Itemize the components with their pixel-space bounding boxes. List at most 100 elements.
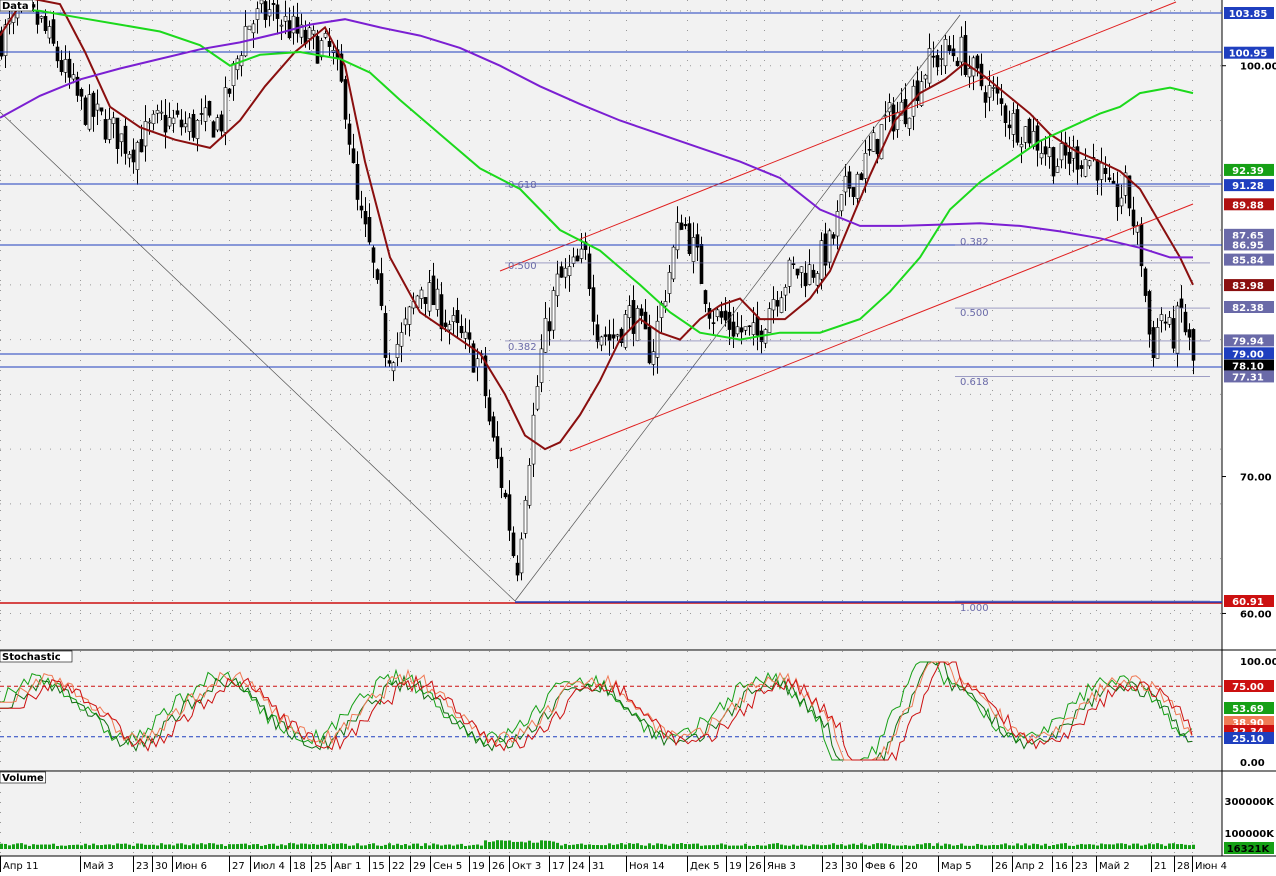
- volume-bar: [64, 845, 67, 849]
- volume-bar: [816, 844, 819, 849]
- candle-body: [207, 100, 212, 116]
- candle-body: [615, 334, 620, 337]
- volume-bar: [272, 843, 275, 849]
- volume-bar: [324, 843, 327, 849]
- volume-bar: [44, 844, 47, 849]
- volume-bar: [1152, 844, 1155, 849]
- time-axis-label: 17: [552, 861, 565, 872]
- time-axis-label: Апр 2: [1015, 861, 1044, 872]
- volume-bar: [40, 844, 43, 849]
- candle-body: [59, 60, 64, 72]
- candle-body: [547, 321, 552, 332]
- time-axis-label: 16: [1055, 861, 1068, 872]
- volume-bar: [1128, 845, 1131, 849]
- time-axis-label: Июл 4: [253, 861, 285, 872]
- candle-body: [947, 45, 952, 51]
- volume-bar: [416, 843, 419, 849]
- candle-body: [275, 4, 280, 19]
- volume-bar: [1064, 843, 1067, 849]
- candle-body: [559, 266, 564, 278]
- volume-bar: [784, 845, 787, 849]
- volume-bar: [28, 845, 31, 849]
- fib-level-label: 1.000: [960, 603, 989, 614]
- volume-bar: [636, 843, 639, 849]
- price-panel-title: Data: [2, 1, 29, 12]
- candle-body: [319, 40, 324, 58]
- volume-bar: [160, 843, 163, 849]
- candle-body: [1051, 147, 1056, 177]
- candle-body: [723, 310, 728, 321]
- candle-body: [907, 117, 912, 129]
- candle-body: [191, 113, 196, 138]
- volume-bar: [1124, 843, 1127, 849]
- candle-body: [455, 310, 460, 324]
- volume-bar: [836, 844, 839, 849]
- volume-bar: [700, 845, 703, 849]
- volume-bar: [1032, 843, 1035, 849]
- volume-bar: [144, 844, 147, 849]
- candle-body: [827, 230, 832, 263]
- volume-bar: [708, 845, 711, 849]
- candle-body: [1059, 143, 1064, 161]
- volume-bar: [744, 843, 747, 849]
- time-axis-label: Окт 3: [512, 861, 541, 872]
- volume-panel-title: Volume: [2, 773, 44, 784]
- candle-body: [1067, 151, 1072, 164]
- volume-bar: [664, 844, 667, 849]
- candle-body: [419, 289, 424, 299]
- volume-bar: [128, 844, 131, 849]
- volume-bar: [200, 843, 203, 849]
- volume-bar: [108, 844, 111, 849]
- fib-level-label: 0.382: [960, 237, 989, 248]
- candle-body: [863, 153, 868, 179]
- candle-body: [279, 24, 284, 27]
- volume-bar: [800, 844, 803, 849]
- candle-body: [1131, 209, 1136, 227]
- price-axis-label: 70.00: [1240, 473, 1272, 484]
- volume-bar: [928, 843, 931, 849]
- volume-bar: [652, 845, 655, 849]
- candle-body: [575, 255, 580, 262]
- candle-body: [327, 41, 332, 47]
- candle-body: [1111, 180, 1116, 185]
- volume-bar: [1180, 843, 1183, 849]
- candle-body: [543, 318, 548, 353]
- candle-body: [259, 0, 264, 5]
- stochastic-tag-label: 75.00: [1232, 682, 1264, 693]
- volume-bar: [916, 844, 919, 849]
- candle-body: [623, 314, 628, 348]
- candle-body: [1151, 327, 1156, 359]
- candle-body: [1099, 162, 1104, 180]
- volume-bar: [1092, 844, 1095, 849]
- candle-body: [1095, 159, 1100, 181]
- volume-bar: [280, 844, 283, 849]
- candle-body: [147, 121, 152, 124]
- candle-body: [739, 327, 744, 333]
- candle-body: [187, 117, 192, 132]
- candle-body: [679, 222, 684, 230]
- volume-bar: [500, 840, 503, 849]
- candle-body: [787, 259, 792, 287]
- time-axis-label: 30: [155, 861, 168, 872]
- volume-bar: [440, 845, 443, 849]
- stochastic-axis-label: 100.00: [1240, 657, 1276, 668]
- time-axis-label: Дек 5: [690, 861, 720, 872]
- candle-body: [151, 113, 156, 124]
- volume-bar: [1068, 845, 1071, 849]
- candle-body: [399, 332, 404, 347]
- candle-body: [403, 318, 408, 326]
- volume-bar: [792, 844, 795, 849]
- volume-bar: [720, 843, 723, 849]
- time-axis-label: 27: [232, 861, 245, 872]
- candle-body: [859, 173, 864, 180]
- candle-body: [819, 240, 824, 280]
- volume-bar: [972, 845, 975, 849]
- volume-bar: [564, 843, 567, 849]
- candle-body: [667, 272, 672, 294]
- volume-bar: [704, 845, 707, 849]
- volume-bar: [900, 845, 903, 849]
- volume-bar: [136, 843, 139, 849]
- candle-body: [51, 19, 56, 44]
- candle-body: [767, 308, 772, 333]
- candle-body: [55, 46, 60, 62]
